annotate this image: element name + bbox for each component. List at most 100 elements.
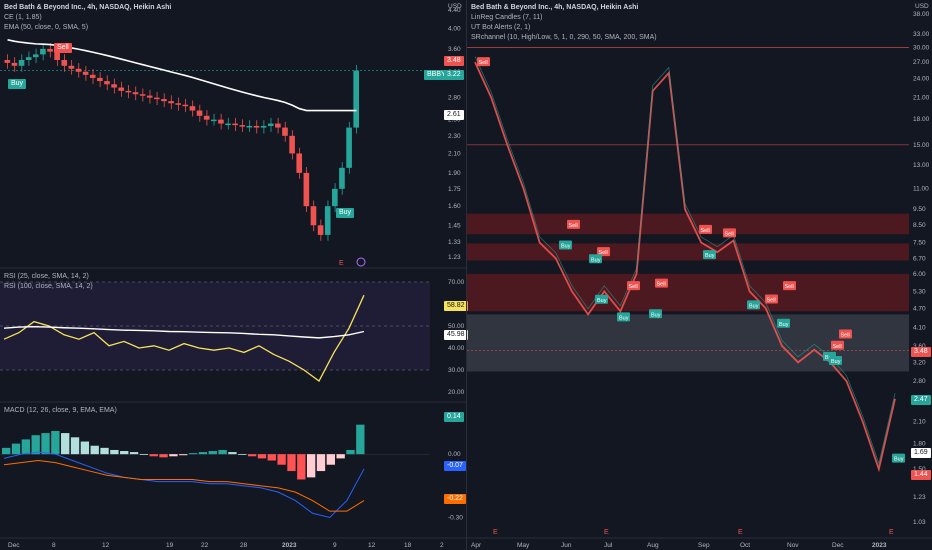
- left-legend-title: Bed Bath & Beyond Inc., 4h, NASDAQ, Heik…: [4, 4, 172, 11]
- x-tick-label: Aug: [647, 542, 659, 549]
- buy-marker-label: Buy: [831, 359, 841, 365]
- left-legend-ema[interactable]: EMA (50, close, 0, SMA, 5): [4, 23, 171, 33]
- price-tick-label: 15.00: [913, 142, 930, 149]
- macd-histogram-bar: [159, 454, 168, 458]
- candle-body: [339, 167, 345, 189]
- right-legend-linreg[interactable]: LinReg Candles (7, 11): [471, 13, 657, 23]
- macd-histogram-bar: [70, 437, 80, 455]
- candle-body: [353, 70, 359, 128]
- price-tick-label: 1.90: [448, 170, 461, 177]
- macd-histogram-bar: [41, 433, 50, 455]
- macd-histogram-bar: [297, 454, 306, 480]
- macd-tick-label: 0.00: [448, 451, 461, 458]
- x-tick-label: 12: [368, 542, 376, 549]
- buy-marker-label: Buy: [619, 315, 629, 321]
- price-path: [474, 61, 896, 473]
- rsi-tick-label: 70.00: [448, 279, 465, 286]
- right-legend-srchannel[interactable]: SRchannel (10, High/Low, 5, 1, 0, 290, 5…: [471, 33, 657, 43]
- candle-body: [132, 92, 139, 95]
- buy-marker-label: Buy: [779, 322, 789, 328]
- candle-body: [310, 206, 317, 226]
- price-tick-label: 1.45: [448, 222, 461, 229]
- rsi-legend-fast[interactable]: RSI (25, close, SMA, 14, 2): [4, 272, 93, 282]
- macd-histogram-bar: [11, 443, 21, 455]
- candle-body: [40, 48, 46, 55]
- candle-body: [154, 97, 160, 100]
- sell-marker-label: Sell: [785, 284, 794, 290]
- price-tick-label: 2.30: [448, 133, 461, 140]
- dividend-icon: [356, 257, 366, 267]
- candle-body: [118, 87, 125, 91]
- candle-body: [282, 127, 288, 136]
- candle-body: [75, 68, 82, 72]
- buy-marker-2: Buy: [336, 208, 355, 218]
- macd-histogram-bar: [326, 454, 335, 465]
- macd-histogram-bar: [169, 454, 178, 457]
- candle-body: [97, 77, 103, 82]
- sell-marker-label: Sell: [629, 284, 638, 290]
- x-tick-label: Dec: [8, 542, 20, 549]
- price-tick-label: 3.60: [448, 46, 461, 53]
- right-chart-canvas[interactable]: 38.00 33.00 30.00 27.00 24.00 21.00 18.00 15.00…: [467, 0, 932, 550]
- sell-marker-label: Sell: [479, 60, 488, 66]
- candle-body: [11, 62, 18, 66]
- candle-body: [104, 81, 110, 85]
- macd-histogram-bar: [238, 454, 247, 455]
- earnings-icon: E: [339, 260, 344, 267]
- macd-histogram-bar: [257, 454, 267, 459]
- price-tick-label: 2.80: [448, 95, 461, 102]
- buy-marker-label: Buy: [749, 303, 759, 309]
- x-tick-label: 2023: [282, 542, 297, 549]
- price-tick-label: 8.50: [913, 222, 926, 229]
- candle-body: [196, 110, 203, 116]
- candle-body: [246, 125, 253, 128]
- buy-marker-label: Buy: [705, 253, 715, 259]
- right-legend-utbot[interactable]: UT Bot Alerts (2, 1): [471, 23, 657, 33]
- macd-histogram-bar: [316, 454, 326, 472]
- sell-marker-label: Sell: [725, 231, 734, 237]
- candle-body: [111, 84, 117, 88]
- rsi-legend-slow[interactable]: RSI (100, close, SMA, 14, 2): [4, 282, 93, 292]
- right-currency: USD: [915, 3, 929, 10]
- left-chart-pane[interactable]: 4.404.003.603.202.802.502.302.101.901.75…: [0, 0, 468, 550]
- left-legend-ce[interactable]: CE (1, 1.85): [4, 13, 171, 23]
- earnings-icon: E: [604, 529, 609, 536]
- macd-histogram-bar: [208, 451, 217, 455]
- x-tick-label: Apr: [471, 542, 482, 549]
- candle-body: [61, 60, 68, 66]
- candle-body: [218, 119, 224, 124]
- earnings-icon: E: [493, 529, 498, 536]
- macd-histogram-bar: [51, 430, 60, 455]
- x-tick-label: Dec: [832, 542, 844, 549]
- buy-marker-label: Buy: [597, 298, 607, 304]
- candle-body: [232, 123, 238, 126]
- macd-histogram-bar: [139, 454, 149, 455]
- earnings-icon: E: [889, 529, 894, 536]
- buy-marker-label: Buy: [591, 257, 601, 263]
- macd-histogram-bar: [80, 441, 90, 455]
- x-tick-label: Sep: [698, 542, 710, 549]
- candle-body: [267, 123, 274, 126]
- price-tick-label: 1.80: [913, 440, 926, 447]
- macd-legend-text[interactable]: MACD (12, 26, close, 9, EMA, EMA): [4, 406, 117, 416]
- x-tick-label: 2: [440, 542, 444, 549]
- rsi-legend: RSI (25, close, SMA, 14, 2) RSI (100, cl…: [4, 272, 93, 292]
- macd-histogram-bar: [228, 452, 237, 455]
- candle-body: [225, 123, 231, 126]
- candle-body: [303, 172, 310, 207]
- candle-body: [161, 99, 167, 102]
- right-low-badge: 1.44: [911, 470, 931, 480]
- macd-histogram-bar: [61, 433, 70, 455]
- earnings-icon: E: [738, 529, 743, 536]
- price-tick-label: 1.75: [448, 186, 461, 193]
- right-chart-pane[interactable]: 38.00 33.00 30.00 27.00 24.00 21.00 18.00 15.00…: [466, 0, 932, 550]
- candle-body: [68, 65, 75, 69]
- candle-body: [18, 60, 25, 66]
- price-tick-label: 3.20: [913, 359, 926, 366]
- macd-histogram-bar: [149, 454, 158, 457]
- buy-marker-label: Buy: [894, 457, 904, 463]
- rsi-tick-label: 40.00: [448, 345, 465, 352]
- right-mid-badge: 1.69: [911, 448, 931, 458]
- candle-body: [82, 71, 89, 75]
- left-legend: Bed Bath & Beyond Inc., 4h, NASDAQ, Heik…: [4, 3, 171, 33]
